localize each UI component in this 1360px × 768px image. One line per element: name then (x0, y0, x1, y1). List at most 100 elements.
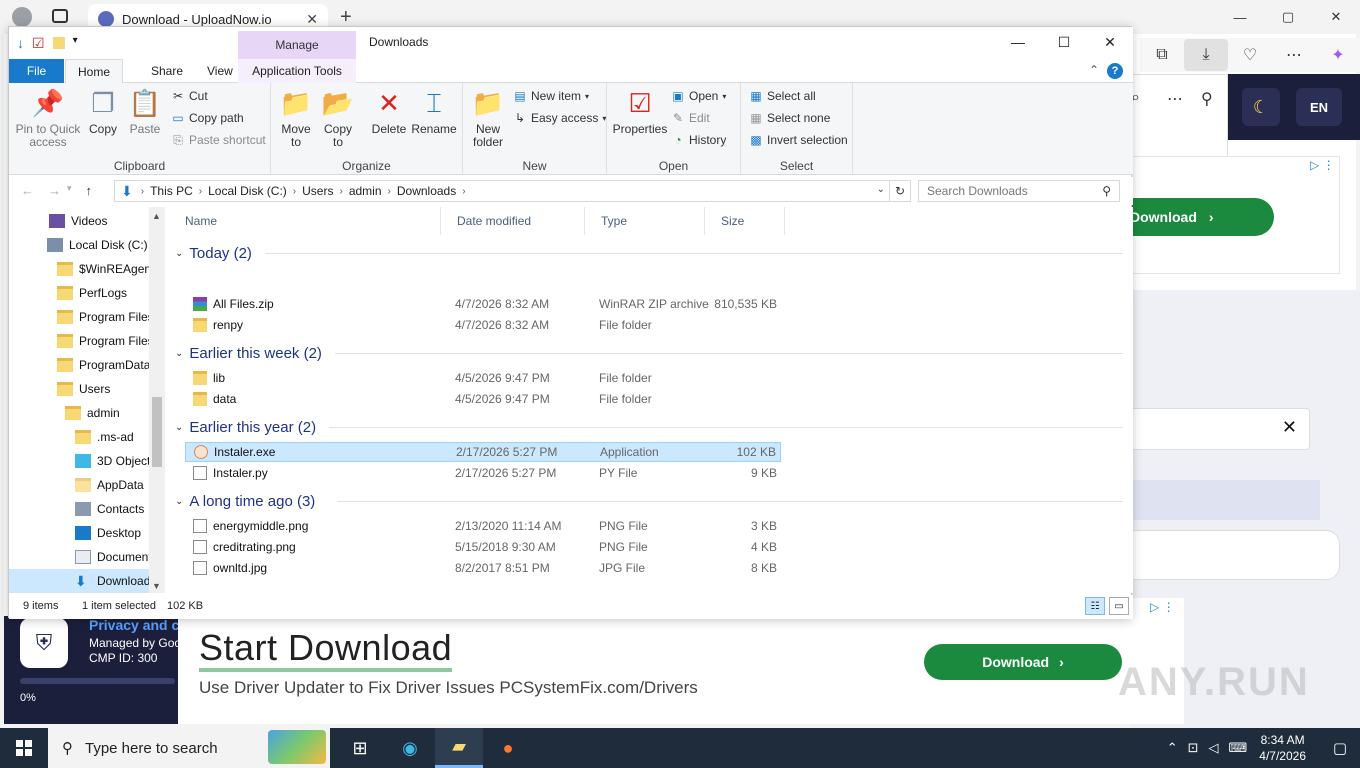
nav-item-documents[interactable]: Documents (9, 545, 149, 569)
nav-item-folder[interactable]: Program Files (9, 305, 149, 329)
cut-button[interactable]: ✂ Cut (171, 89, 208, 103)
browser-close-button[interactable]: ✕ (1312, 0, 1360, 34)
ad-choices-icon[interactable]: ▷ ⋮ (1310, 158, 1335, 172)
path-chevron-icon[interactable]: › (199, 186, 202, 197)
history-button[interactable]: ◔ History (671, 133, 726, 147)
group-header[interactable]: ⌄ A long time ago (3) (175, 490, 315, 512)
more-icon[interactable]: ⋯ (1167, 89, 1183, 109)
path-chevron-icon[interactable]: › (141, 186, 144, 197)
explorer-close-button[interactable]: ✕ (1087, 27, 1133, 57)
recent-dropdown-icon[interactable]: ▾ (67, 183, 72, 198)
up-arrow-icon[interactable]: ↑ (86, 183, 93, 198)
notification-icon[interactable]: ▢ (1320, 739, 1360, 757)
ad-download-button[interactable]: Download › (924, 644, 1122, 680)
back-arrow-icon[interactable]: ← (21, 183, 34, 198)
nav-item-downloads[interactable]: ⬇ Downloads (9, 569, 149, 593)
path-segment[interactable]: Local Disk (C:) (208, 184, 287, 198)
browser-maximize-button[interactable]: ▢ (1264, 0, 1312, 34)
new-folder-button[interactable]: 📁 New folder (469, 87, 507, 149)
forward-arrow-icon[interactable]: → (48, 183, 61, 198)
profile-icon[interactable] (12, 7, 32, 27)
nav-item-local-disk[interactable]: Local Disk (C:) (9, 233, 149, 257)
column-header-size[interactable]: Size (705, 207, 785, 235)
qat-dropdown-icon[interactable]: ▾ (73, 35, 78, 52)
edit-button[interactable]: ✎ Edit (671, 111, 710, 125)
table-row[interactable]: energymiddle.png 2/13/2020 11:14 AM PNG … (185, 516, 781, 536)
nav-item-folder[interactable]: ProgramData (9, 353, 149, 377)
collapse-ribbon-icon[interactable]: ⌃ (1089, 63, 1099, 79)
group-header[interactable]: ⌄ Earlier this week (2) (175, 342, 322, 364)
tab-close-icon[interactable]: ✕ (306, 11, 318, 28)
copy-path-button[interactable]: ▭ Copy path (171, 111, 243, 125)
select-all-button[interactable]: ▦ Select all (749, 89, 815, 103)
nav-item-folder[interactable]: .ms-ad (9, 425, 149, 449)
nav-item-users[interactable]: Users (9, 377, 149, 401)
table-row[interactable]: All Files.zip 4/7/2026 8:32 AM WinRAR ZI… (185, 294, 781, 314)
new-item-button[interactable]: ▤ New item ▾ (513, 89, 589, 103)
nav-item-appdata[interactable]: AppData (9, 473, 149, 497)
keyboard-icon[interactable]: ⌨ (1229, 740, 1248, 756)
taskbar-search-box[interactable]: ⚲ Type here to search (48, 728, 330, 768)
new-folder-qat-icon[interactable] (52, 37, 65, 49)
nav-item-contacts[interactable]: Contacts (9, 497, 149, 521)
browser-minimize-button[interactable]: — (1216, 0, 1264, 34)
more-icon[interactable]: ⋯ (1272, 39, 1316, 71)
table-row[interactable]: renpy 4/7/2026 8:32 AM File folder (185, 315, 781, 335)
tab-application-tools[interactable]: Application Tools (238, 59, 356, 83)
chevron-up-icon[interactable]: ⌃ (1167, 740, 1178, 756)
scroll-down-icon[interactable]: ▼ (152, 581, 161, 591)
manage-contextual-tab[interactable]: Manage (238, 31, 356, 59)
path-segment[interactable]: This PC (150, 184, 193, 198)
properties-qat-icon[interactable]: ☑ (32, 35, 45, 52)
tab-actions-icon[interactable] (52, 9, 68, 23)
table-row[interactable]: ownltd.jpg 8/2/2017 8:51 PM JPG File 8 K… (185, 558, 781, 578)
firefox-icon[interactable]: ● (484, 728, 532, 768)
consent-title[interactable]: Privacy and c (89, 617, 179, 633)
edge-browser-icon[interactable]: ◉ (386, 728, 434, 768)
table-row[interactable]: creditrating.png 5/15/2018 9:30 AM PNG F… (185, 537, 781, 557)
right-ad-download-button[interactable]: Download › (1112, 198, 1274, 236)
network-icon[interactable]: ⊡ (1188, 740, 1199, 756)
group-header[interactable]: ⌄ Today (2) (175, 242, 252, 264)
pin-quick-access-button[interactable]: 📌 Pin to Quick access (15, 87, 81, 149)
address-dropdown-icon[interactable]: ⌄ (877, 184, 885, 195)
properties-button[interactable]: ☑ Properties (611, 87, 669, 136)
address-path[interactable]: ⬇ › This PC › Local Disk (C:) › Users › … (114, 180, 890, 202)
nav-item-videos[interactable]: Videos (9, 209, 149, 233)
path-segment[interactable]: admin (349, 184, 382, 198)
nav-item-folder[interactable]: Program Files (9, 329, 149, 353)
path-chevron-icon[interactable]: › (388, 186, 391, 197)
rename-button[interactable]: ⌶ Rename (411, 87, 456, 136)
health-icon[interactable]: ♡ (1228, 39, 1272, 71)
tab-file[interactable]: File (9, 59, 64, 83)
start-button[interactable] (0, 728, 48, 768)
open-button[interactable]: ▣ Open ▾ (671, 89, 726, 103)
details-view-icon[interactable]: ☷ (1085, 597, 1105, 615)
explorer-maximize-button[interactable]: ☐ (1041, 27, 1087, 57)
paste-shortcut-button[interactable]: ⎘ Paste shortcut (171, 133, 266, 148)
volume-icon[interactable]: ◁ (1209, 740, 1219, 756)
invert-selection-button[interactable]: ▩ Invert selection (749, 133, 847, 147)
task-view-icon[interactable]: ⊞ (336, 728, 384, 768)
column-header-date[interactable]: Date modified (441, 207, 585, 235)
path-chevron-icon[interactable]: › (462, 186, 465, 197)
help-icon[interactable]: ? (1107, 63, 1123, 79)
path-chevron-icon[interactable]: › (339, 186, 342, 197)
site-input[interactable]: ✕ (1124, 408, 1310, 450)
clear-icon[interactable]: ✕ (1282, 417, 1297, 438)
table-row[interactable]: data 4/5/2026 9:47 PM File folder (185, 389, 781, 409)
copy-button[interactable]: ❐ Copy (85, 87, 121, 136)
paste-button[interactable]: 📋 Paste (127, 87, 163, 136)
pin-icon[interactable]: ⚲ (1201, 89, 1213, 109)
scroll-up-icon[interactable]: ▲ (152, 211, 161, 221)
refresh-icon[interactable]: ↻ (889, 180, 911, 202)
nav-item-3d-objects[interactable]: 3D Objects (9, 449, 149, 473)
tab-share[interactable]: Share (139, 59, 195, 83)
ad-choices-icon[interactable]: ▷ ⋮ (1150, 600, 1175, 614)
nav-item-admin[interactable]: admin (9, 401, 149, 425)
nav-item-folder[interactable]: $WinREAgent (9, 257, 149, 281)
taskbar-clock[interactable]: 8:34 AM 4/7/2026 (1259, 732, 1306, 764)
group-header[interactable]: ⌄ Earlier this year (2) (175, 416, 316, 438)
theme-toggle-button[interactable]: ☾ (1242, 88, 1280, 126)
path-segment[interactable]: Downloads (397, 184, 456, 198)
